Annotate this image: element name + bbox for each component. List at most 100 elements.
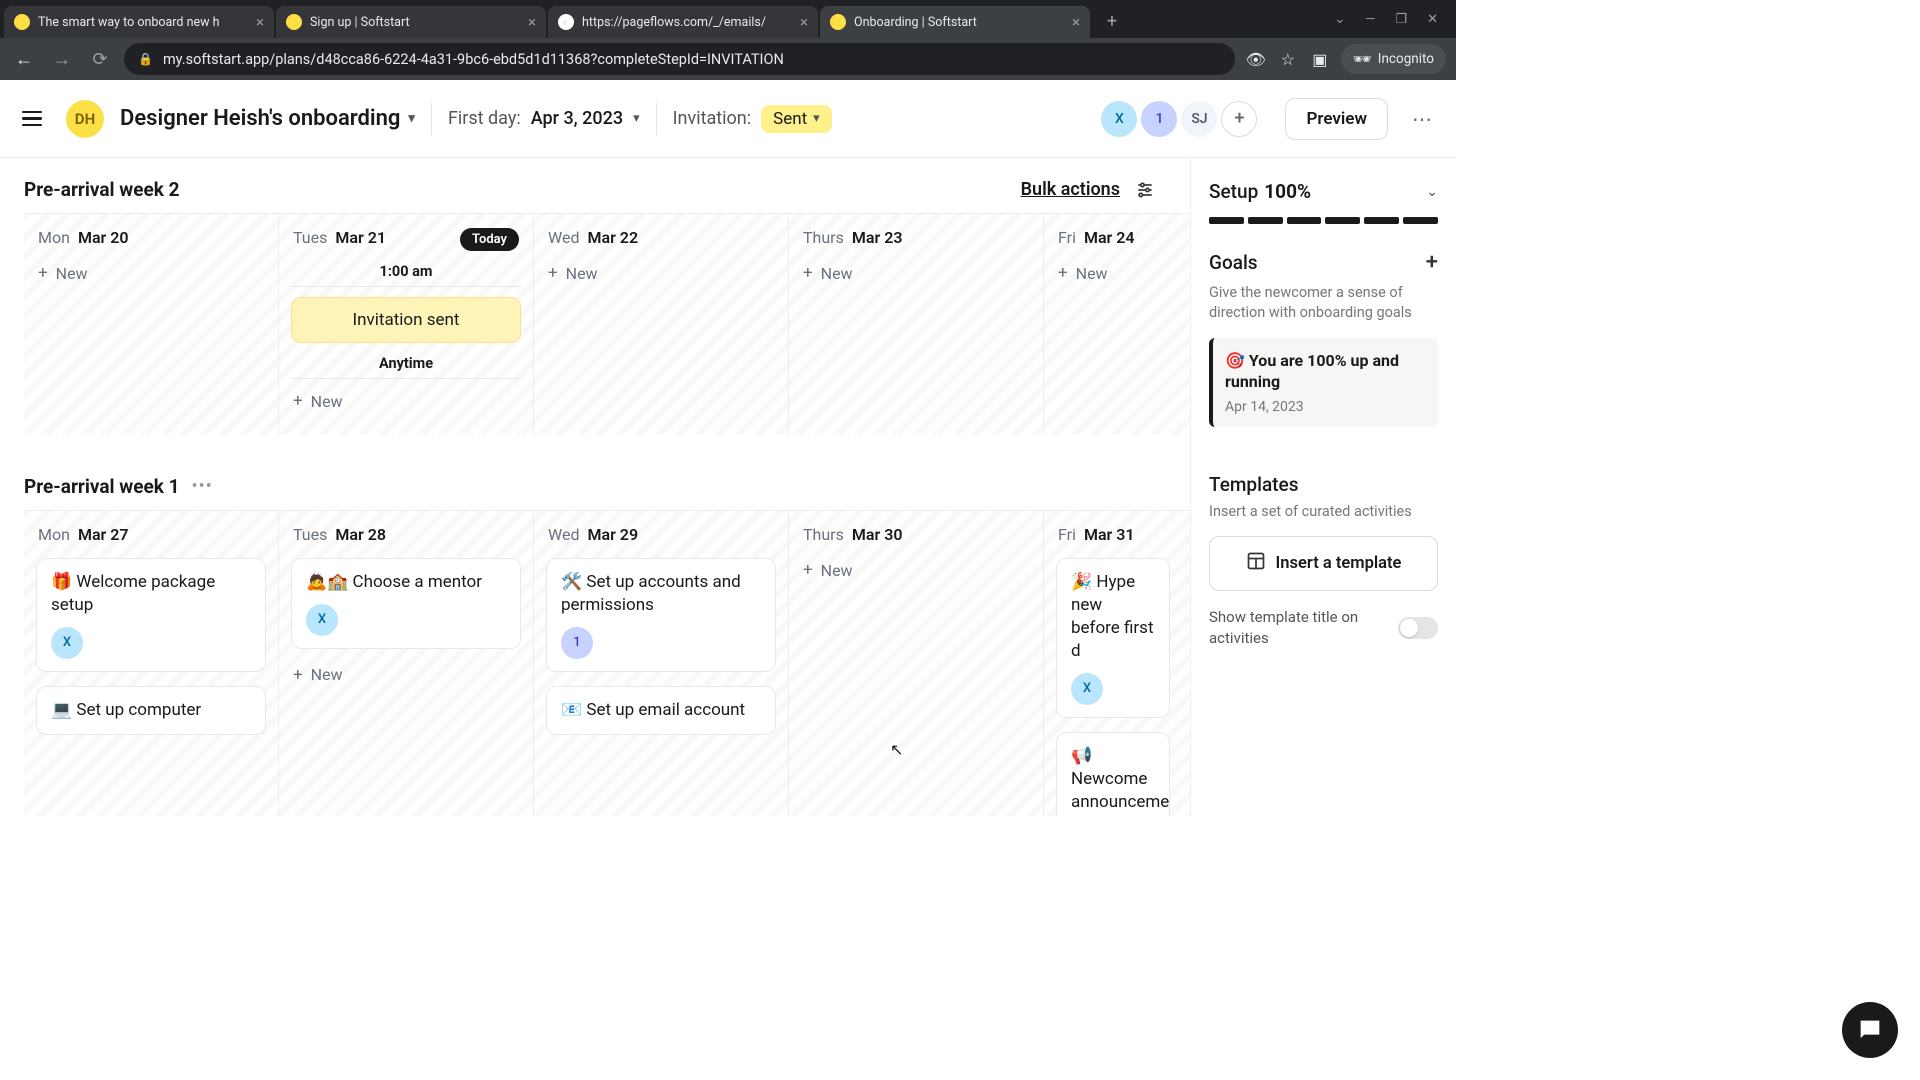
day-date: Mar 31 [1084,525,1135,544]
day-date: Mar 28 [335,525,386,544]
week-menu-button[interactable]: ••• [192,476,213,497]
forward-button[interactable]: → [48,49,76,70]
task-title: 🎁 Welcome package setup [51,571,251,617]
insert-template-label: Insert a template [1276,554,1402,573]
chevron-down-icon: ▾ [813,111,820,126]
close-icon[interactable]: × [528,13,536,31]
day-column: Fri Mar 31 🎉 Hype new before first dX 📢 … [1044,511,1182,816]
tab-3[interactable]: ◐ https://pageflows.com/_/emails/ × [548,6,818,38]
tabs-dropdown-icon[interactable]: ⌄ [1334,12,1345,27]
assignee-avatar[interactable]: X [306,604,338,636]
new-task-button[interactable]: +New [289,385,523,417]
assignee-avatar[interactable]: X [51,627,83,659]
menu-button[interactable] [14,101,50,137]
plan-avatar[interactable]: DH [66,100,104,138]
task-card[interactable]: 💻 Set up computer [36,686,266,735]
goal-card[interactable]: 🎯 You are 100% up and running Apr 14, 20… [1209,338,1438,427]
new-task-button[interactable]: +New [799,554,1033,586]
day-header: Thurs Mar 30 [799,521,1033,554]
filters-icon[interactable] [1134,179,1156,201]
day-of-week: Thurs [803,525,844,544]
more-menu-button[interactable]: ⋯ [1412,107,1434,131]
day-header: Fri Mar 31 [1054,521,1172,554]
tab-1[interactable]: The smart way to onboard new h × [4,6,274,38]
plus-icon: + [803,263,813,283]
new-task-button[interactable]: +New [1054,257,1172,289]
plan-title: Designer Heish's onboarding [120,106,400,131]
favicon-icon [286,14,302,30]
main-column: Pre-arrival week 2 Bulk actions Mon Mar … [0,158,1190,816]
task-title: 🙇🏫 Choose a mentor [306,571,506,594]
new-task-button[interactable]: +New [34,257,268,289]
new-tab-button[interactable]: + [1098,7,1126,35]
goal-date: Apr 14, 2023 [1225,399,1426,415]
task-card[interactable]: 🙇🏫 Choose a mentor X [291,558,521,649]
first-day-picker[interactable]: First day: Apr 3, 2023 ▾ [448,108,640,129]
goal-text: You are 100% up and running [1225,351,1399,392]
task-card[interactable]: 📢 Newcome announceme [1056,732,1170,816]
sidebar: Setup 100% ⌄ Goals + Give the newcomer a… [1190,158,1456,816]
task-title: 🛠️ Set up accounts and permissions [561,571,761,617]
day-date: Mar 30 [852,525,903,544]
tab-title: https://pageflows.com/_/emails/ [582,15,792,30]
day-header: Mon Mar 20 [34,224,268,257]
invitation-status[interactable]: Invitation: Sent ▾ [673,105,832,133]
day-date: Mar 27 [78,525,129,544]
day-of-week: Tues [293,525,327,544]
panel-icon[interactable]: ▣ [1309,50,1331,69]
incognito-badge[interactable]: 🕶 Incognito [1341,44,1446,74]
day-column: Mon Mar 27 🎁 Welcome package setup X 💻 Se… [24,511,279,816]
maximize-icon[interactable]: ❐ [1395,12,1407,27]
tab-title: Onboarding | Softstart [854,15,1064,30]
tab-4-active[interactable]: Onboarding | Softstart × [820,6,1090,38]
setup-progress-toggle[interactable]: Setup 100% ⌄ [1209,180,1438,203]
minimize-icon[interactable]: — [1365,12,1375,27]
bookmark-icon[interactable]: ☆ [1277,50,1299,69]
close-icon[interactable]: × [800,13,808,31]
assignee-avatar[interactable]: X [1071,673,1103,705]
intercom-chat-button[interactable] [1842,1002,1898,1058]
toggle-switch[interactable] [1398,617,1438,639]
close-icon[interactable]: × [1072,13,1080,31]
task-card[interactable]: 🛠️ Set up accounts and permissions 1 [546,558,776,672]
url-field[interactable]: 🔒 my.softstart.app/plans/d48cca86-6224-4… [124,43,1235,75]
new-task-button[interactable]: +New [544,257,778,289]
add-collaborator-button[interactable]: + [1221,101,1257,137]
preview-button[interactable]: Preview [1285,98,1388,140]
task-card[interactable]: 🎁 Welcome package setup X [36,558,266,672]
week1-board: Mon Mar 27 🎁 Welcome package setup X 💻 Se… [24,510,1190,816]
favicon-icon [14,14,30,30]
tab-2[interactable]: Sign up | Softstart × [276,6,546,38]
plus-icon: + [293,391,303,411]
week-header: Pre-arrival week 1 ••• [0,435,1190,510]
day-of-week: Mon [38,228,70,247]
add-goal-button[interactable]: + [1426,250,1438,275]
back-button[interactable]: ← [10,49,38,70]
task-card[interactable]: 🎉 Hype new before first dX [1056,558,1170,718]
new-task-button[interactable]: +New [289,659,523,691]
plan-title-dropdown[interactable]: Designer Heish's onboarding ▾ [120,106,415,131]
reload-button[interactable]: ⟳ [86,49,114,70]
template-title-toggle-row: Show template title on activities [1209,607,1438,649]
target-icon: 🎯 [1225,351,1245,370]
task-card[interactable]: 📧 Set up email account [546,686,776,735]
day-column: Wed Mar 29 🛠️ Set up accounts and permis… [534,511,789,816]
chevron-down-icon: ▾ [633,111,640,126]
day-column: Mon Mar 20+New [24,214,279,435]
anytime-label: Anytime [291,353,521,379]
avatar-sj[interactable]: SJ [1181,101,1217,137]
eye-blocked-icon[interactable]: 👁 [1245,50,1267,69]
bulk-actions-link[interactable]: Bulk actions [1021,179,1120,200]
close-icon[interactable]: × [256,13,264,31]
new-task-button[interactable]: +New [799,257,1033,289]
day-header: Mon Mar 27 [34,521,268,554]
avatar-x[interactable]: X [1101,101,1137,137]
avatar-1[interactable]: 1 [1141,101,1177,137]
day-date: Mar 21 [335,228,386,247]
event-invitation-sent[interactable]: Invitation sent [291,297,521,343]
today-badge: Today [460,228,519,251]
assignee-avatar[interactable]: 1 [561,627,593,659]
insert-template-button[interactable]: Insert a template [1209,536,1438,591]
collaborators: X 1 SJ + [1101,101,1257,137]
close-window-icon[interactable]: ✕ [1427,12,1438,27]
